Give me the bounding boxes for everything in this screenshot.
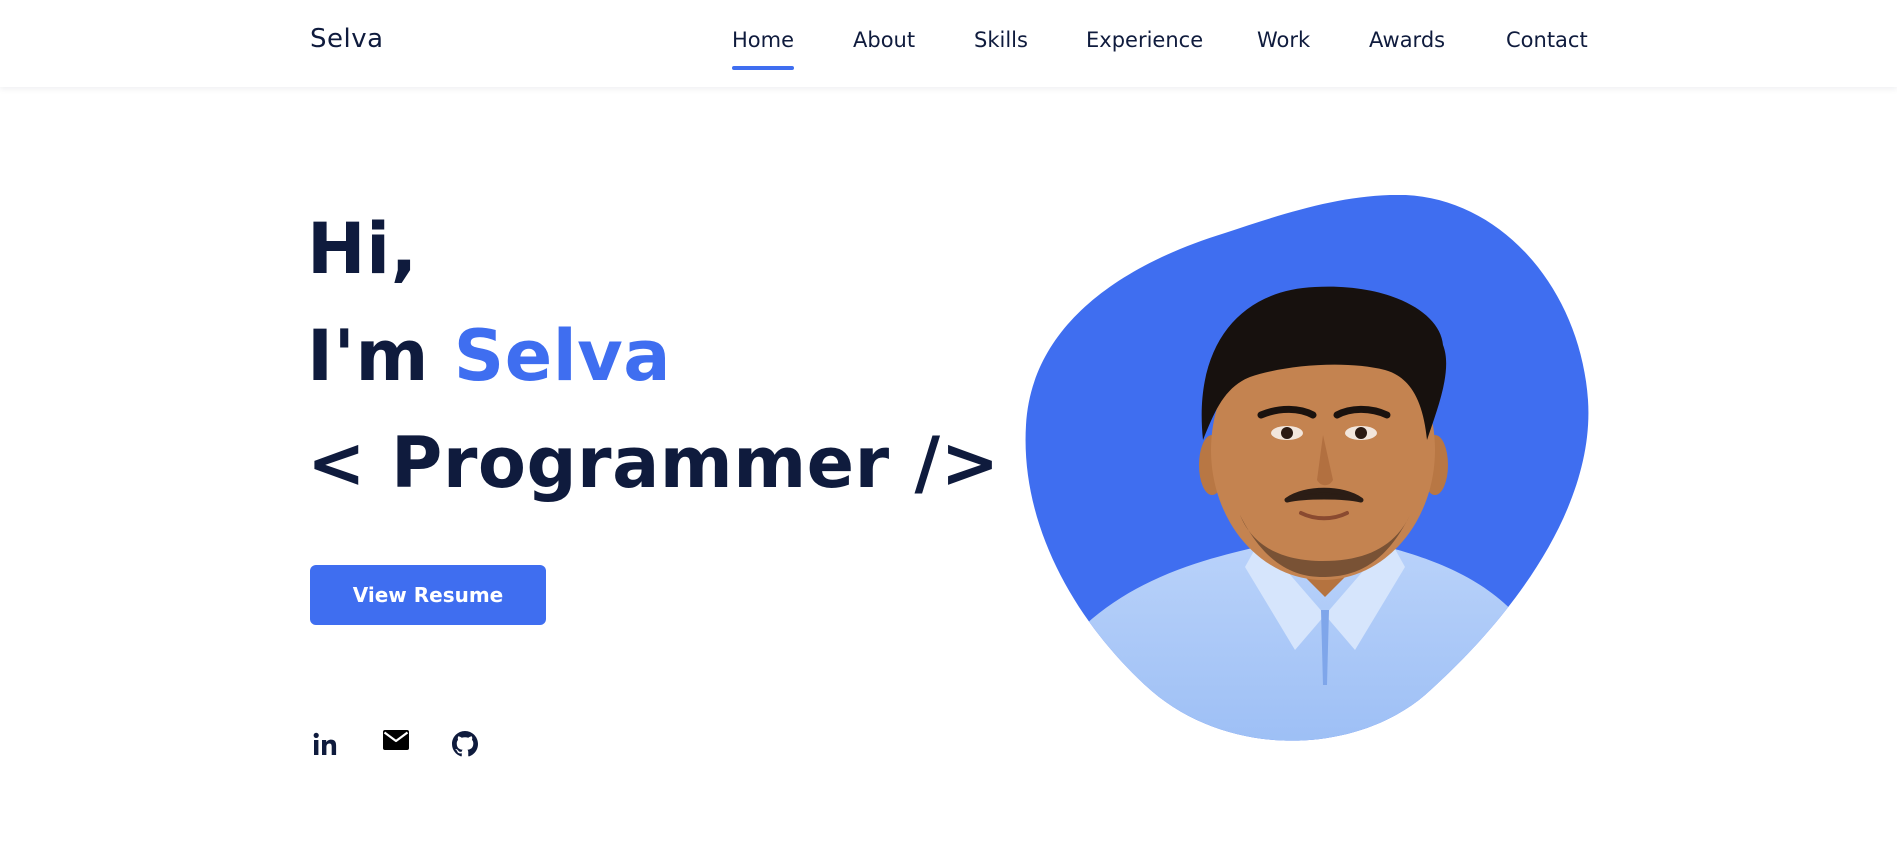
hero-name: Selva bbox=[453, 315, 672, 397]
nav-about[interactable]: About bbox=[853, 28, 915, 52]
profile-photo-blob bbox=[1025, 195, 1589, 741]
hero-intro: I'm Selva bbox=[307, 315, 671, 397]
linkedin-link[interactable] bbox=[310, 726, 340, 762]
linkedin-icon bbox=[313, 732, 337, 755]
email-link[interactable] bbox=[380, 726, 412, 762]
profile-photo bbox=[1025, 195, 1590, 745]
main-nav: Home About Skills Experience Work Awards… bbox=[0, 28, 1897, 78]
github-icon bbox=[452, 731, 478, 757]
view-resume-button[interactable]: View Resume bbox=[310, 565, 546, 625]
nav-awards[interactable]: Awards bbox=[1369, 28, 1445, 52]
nav-skills[interactable]: Skills bbox=[974, 28, 1028, 52]
github-link[interactable] bbox=[450, 726, 480, 762]
nav-work[interactable]: Work bbox=[1257, 28, 1310, 52]
hero-intro-prefix: I'm bbox=[307, 315, 429, 397]
nav-contact[interactable]: Contact bbox=[1506, 28, 1588, 52]
hero-role: < Programmer /> bbox=[307, 422, 1000, 504]
top-navbar: Selva Home About Skills Experience Work … bbox=[0, 0, 1897, 87]
nav-home[interactable]: Home bbox=[732, 28, 795, 70]
nav-experience[interactable]: Experience bbox=[1086, 28, 1203, 52]
mail-icon bbox=[383, 730, 409, 750]
hero-greeting: Hi, bbox=[307, 208, 418, 290]
